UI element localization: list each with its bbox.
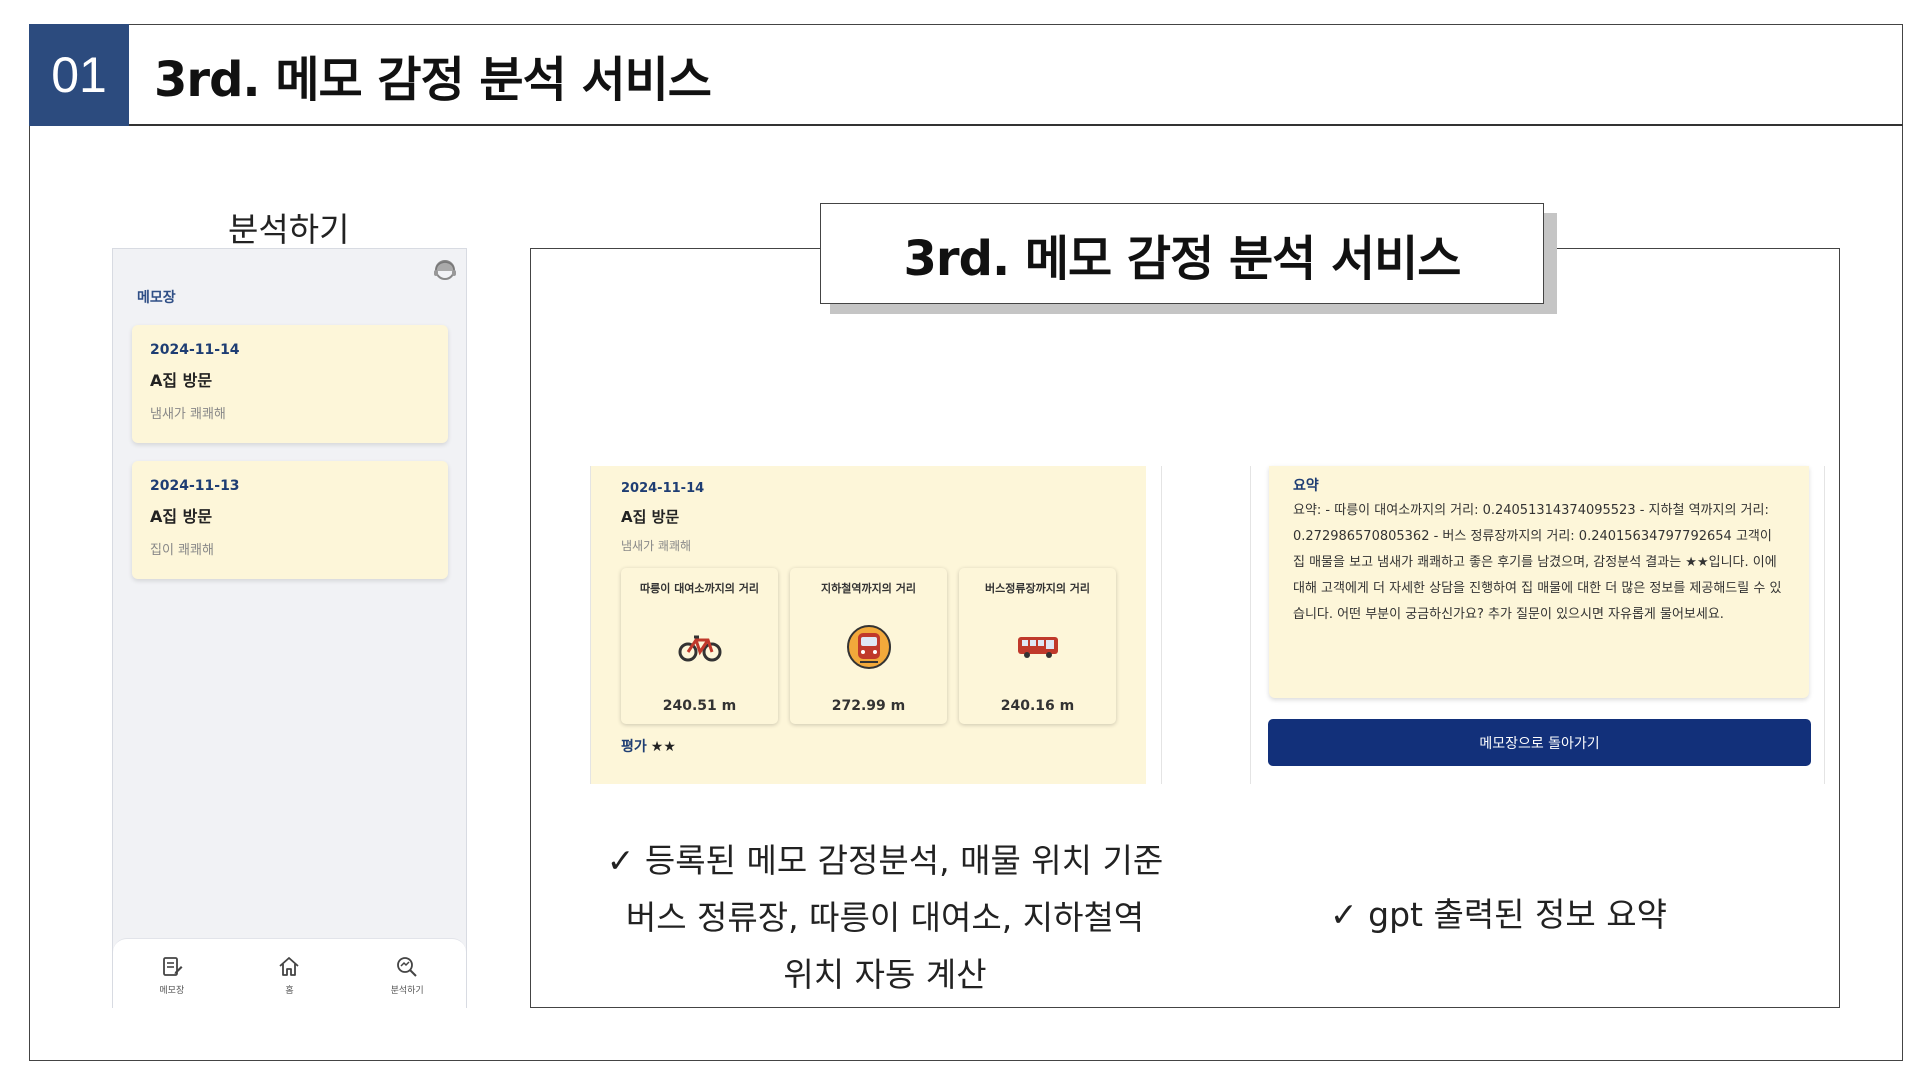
rating-stars: ★★ bbox=[650, 739, 676, 755]
summary-card: 요약 요약: - 따릉이 대여소까지의 거리: 0.24051314374095… bbox=[1269, 466, 1809, 698]
distance-label: 버스정류장까지의 거리 bbox=[984, 582, 1091, 595]
rating-label: 평가 bbox=[621, 739, 647, 755]
slide-number-badge: 01 bbox=[29, 24, 129, 126]
caption-line: 버스 정류장, 따릉이 대여소, 지하철역 bbox=[625, 898, 1145, 937]
section-title: 메모장 bbox=[137, 290, 176, 306]
distance-card-bike: 따릉이 대여소까지의 거리 240.51 m bbox=[621, 568, 778, 724]
nav-item-memo[interactable]: 메모장 bbox=[127, 955, 217, 996]
summary-text: 요약: - 따릉이 대여소까지의 거리: 0.24051314374095523… bbox=[1293, 503, 1782, 622]
analyze-icon bbox=[397, 957, 417, 977]
memo-date: 2024-11-14 bbox=[150, 342, 240, 358]
analysis-card: 2024-11-14 A집 방문 냄새가 쾌쾌해 따릉이 대여소까지의 거리 2… bbox=[591, 466, 1146, 784]
analysis-body: 냄새가 쾌쾌해 bbox=[621, 539, 692, 553]
distance-row: 따릉이 대여소까지의 거리 240.51 m 지하철역까지의 거리 272.99… bbox=[621, 568, 1116, 724]
analysis-title: A집 방문 bbox=[621, 508, 680, 526]
distance-value: 240.51 m bbox=[662, 698, 737, 714]
nav-item-home[interactable]: 홈 bbox=[244, 955, 334, 996]
avatar-icon[interactable] bbox=[431, 259, 459, 283]
caption-left: ✓ 등록된 메모 감정분석, 매물 위치 기준 버스 정류장, 따릉이 대여소,… bbox=[565, 832, 1205, 1003]
bicycle-icon bbox=[678, 635, 721, 662]
slide-title: 3rd. 메모 감정 분석 서비스 bbox=[154, 52, 712, 108]
bus-icon bbox=[1017, 637, 1058, 658]
caption-right: ✓ gpt 출력된 정보 요약 bbox=[1330, 895, 1667, 934]
header-divider bbox=[129, 124, 1903, 126]
summary-title: 요약 bbox=[1293, 478, 1319, 494]
memo-title: A집 방문 bbox=[150, 371, 213, 390]
memo-card[interactable]: 2024-11-14 A집 방문 냄새가 쾌쾌해 bbox=[132, 325, 448, 443]
home-icon bbox=[279, 957, 300, 976]
distance-card-bus: 버스정류장까지의 거리 240.16 m bbox=[959, 568, 1116, 724]
nav-label: 분석하기 bbox=[390, 986, 424, 996]
memo-body: 집이 쾌쾌해 bbox=[150, 543, 214, 558]
bottom-nav: 메모장 홈 분석하기 bbox=[113, 938, 466, 1008]
distance-label: 지하철역까지의 거리 bbox=[821, 582, 916, 595]
analysis-date: 2024-11-14 bbox=[621, 481, 705, 496]
summary-screenshot: 요약 요약: - 따릉이 대여소까지의 거리: 0.24051314374095… bbox=[1250, 466, 1825, 784]
caption-line: ✓ 등록된 메모 감정분석, 매물 위치 기준 bbox=[606, 841, 1164, 880]
memo-body: 냄새가 쾌쾌해 bbox=[150, 407, 226, 422]
distance-card-subway: 지하철역까지의 거리 272.99 m bbox=[790, 568, 947, 724]
subway-icon bbox=[846, 625, 891, 669]
phone-caption: 분석하기 bbox=[228, 210, 350, 249]
rating: 평가 ★★ bbox=[621, 736, 1116, 756]
memo-icon bbox=[162, 957, 183, 976]
distance-label: 따릉이 대여소까지의 거리 bbox=[640, 582, 759, 595]
back-to-memo-button[interactable]: 메모장으로 돌아가기 bbox=[1268, 719, 1811, 766]
distance-value: 240.16 m bbox=[1000, 698, 1075, 714]
distance-value: 272.99 m bbox=[831, 698, 906, 714]
memo-card[interactable]: 2024-11-13 A집 방문 집이 쾌쾌해 bbox=[132, 461, 448, 579]
nav-item-analyze[interactable]: 분석하기 bbox=[362, 955, 452, 996]
memo-date: 2024-11-13 bbox=[150, 478, 240, 494]
nav-label: 메모장 bbox=[159, 986, 185, 996]
panel-title: 3rd. 메모 감정 분석 서비스 bbox=[820, 203, 1544, 304]
analysis-screenshot: 2024-11-14 A집 방문 냄새가 쾌쾌해 따릉이 대여소까지의 거리 2… bbox=[590, 466, 1162, 784]
memo-title: A집 방문 bbox=[150, 507, 213, 526]
nav-label: 홈 bbox=[285, 986, 294, 996]
phone-screen: 메모장 2024-11-14 A집 방문 냄새가 쾌쾌해 2024-11-13 … bbox=[112, 248, 467, 1008]
caption-line: 위치 자동 계산 bbox=[783, 955, 987, 994]
